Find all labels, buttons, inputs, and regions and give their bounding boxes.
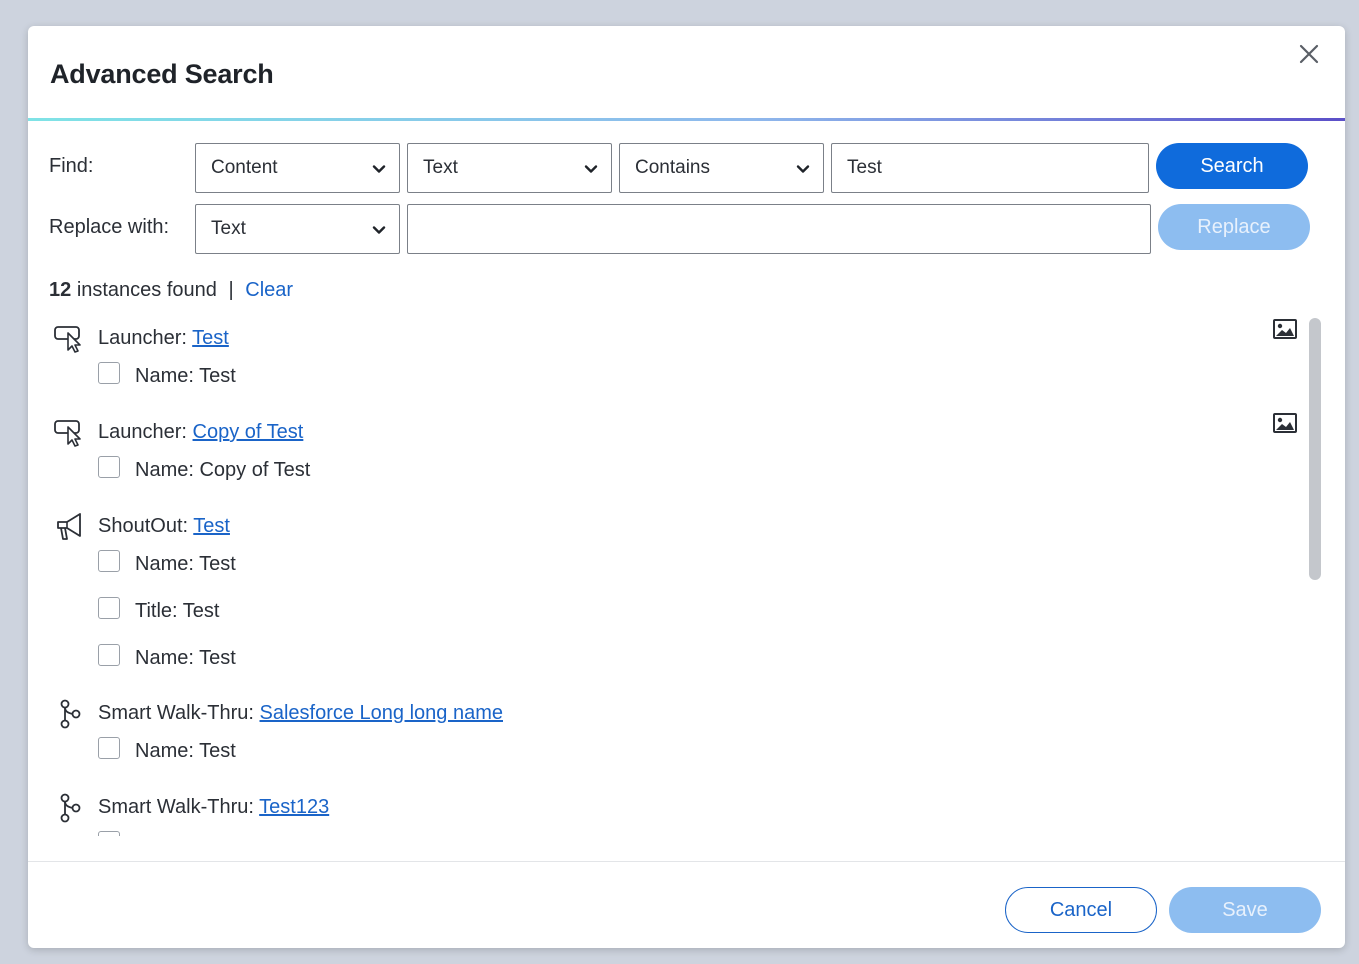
result-field-checkbox[interactable] <box>98 362 120 384</box>
result-link[interactable]: Test123 <box>259 796 329 818</box>
save-button[interactable]: Save <box>1169 887 1321 933</box>
result-field-label: Title: Test <box>135 600 220 622</box>
result-header: Launcher: Copy of Test <box>98 421 303 444</box>
result-header: Smart Walk-Thru: Test123 <box>98 796 329 819</box>
result-field-checkbox[interactable] <box>98 550 120 572</box>
replace-field-select-value: Text <box>211 218 246 239</box>
result-field-label: Name: Test <box>135 553 236 575</box>
result-field-checkbox[interactable] <box>98 737 120 759</box>
advanced-search-dialog: Advanced Search Find: Content Text Conta… <box>28 26 1345 948</box>
result-header: Smart Walk-Thru: Salesforce Long long na… <box>98 702 503 725</box>
summary-separator: | <box>228 279 234 301</box>
results-scrollbar[interactable] <box>1309 318 1321 580</box>
chevron-down-icon <box>796 165 810 173</box>
launcher-icon <box>54 326 81 353</box>
image-icon[interactable] <box>1272 412 1298 434</box>
walkthru-icon <box>60 699 81 729</box>
replace-label: Replace with: <box>49 216 170 238</box>
result-type: Launcher: <box>98 327 187 349</box>
results-list: Launcher: Test Name: Test Launcher: Copy… <box>28 314 1345 836</box>
operator-select-value: Contains <box>635 157 710 178</box>
result-link[interactable]: Copy of Test <box>193 421 304 443</box>
result-link[interactable]: Salesforce Long long name <box>260 702 504 724</box>
result-link[interactable]: Test <box>193 515 230 537</box>
megaphone-icon <box>57 513 81 540</box>
walkthru-icon <box>60 793 81 823</box>
result-field-label: Name: Test <box>135 365 236 387</box>
result-field-checkbox[interactable] <box>98 831 120 836</box>
result-link[interactable]: Test <box>192 327 229 349</box>
find-label: Find: <box>49 155 94 177</box>
results-text: instances found <box>76 279 217 301</box>
results-summary: 12 instances found | Clear <box>49 279 293 302</box>
operator-select[interactable]: Contains <box>619 143 824 193</box>
search-query-input[interactable] <box>831 143 1149 193</box>
results-count: 12 <box>49 279 72 301</box>
clear-link[interactable]: Clear <box>245 279 293 301</box>
result-field-checkbox[interactable] <box>98 597 120 619</box>
close-icon[interactable] <box>1295 40 1323 68</box>
result-field-label: Name: Copy of Test <box>135 459 311 481</box>
footer-divider <box>28 861 1345 862</box>
replace-button[interactable]: Replace <box>1158 204 1310 250</box>
result-field-label: Name: Test <box>135 740 236 762</box>
result-type: Smart Walk-Thru: <box>98 796 254 818</box>
chevron-down-icon <box>584 165 598 173</box>
result-field-checkbox[interactable] <box>98 644 120 666</box>
search-button[interactable]: Search <box>1156 143 1308 189</box>
scope-select-value: Content <box>211 157 278 178</box>
cancel-button[interactable]: Cancel <box>1005 887 1157 933</box>
result-type: ShoutOut: <box>98 515 189 537</box>
field-select-value: Text <box>423 157 458 178</box>
image-icon[interactable] <box>1272 318 1298 340</box>
launcher-icon <box>54 420 81 447</box>
result-type: Launcher: <box>98 421 187 443</box>
result-type: Smart Walk-Thru: <box>98 702 254 724</box>
chevron-down-icon <box>372 226 386 234</box>
result-header: Launcher: Test <box>98 327 229 350</box>
replace-field-select[interactable]: Text <box>195 204 400 254</box>
result-field-checkbox[interactable] <box>98 456 120 478</box>
title-accent-bar <box>28 118 1345 121</box>
replace-input[interactable] <box>407 204 1151 254</box>
field-select[interactable]: Text <box>407 143 612 193</box>
result-field-label: Name: Test <box>135 647 236 669</box>
dialog-title: Advanced Search <box>50 59 274 89</box>
scope-select[interactable]: Content <box>195 143 400 193</box>
chevron-down-icon <box>372 165 386 173</box>
result-header: ShoutOut: Test <box>98 515 230 538</box>
